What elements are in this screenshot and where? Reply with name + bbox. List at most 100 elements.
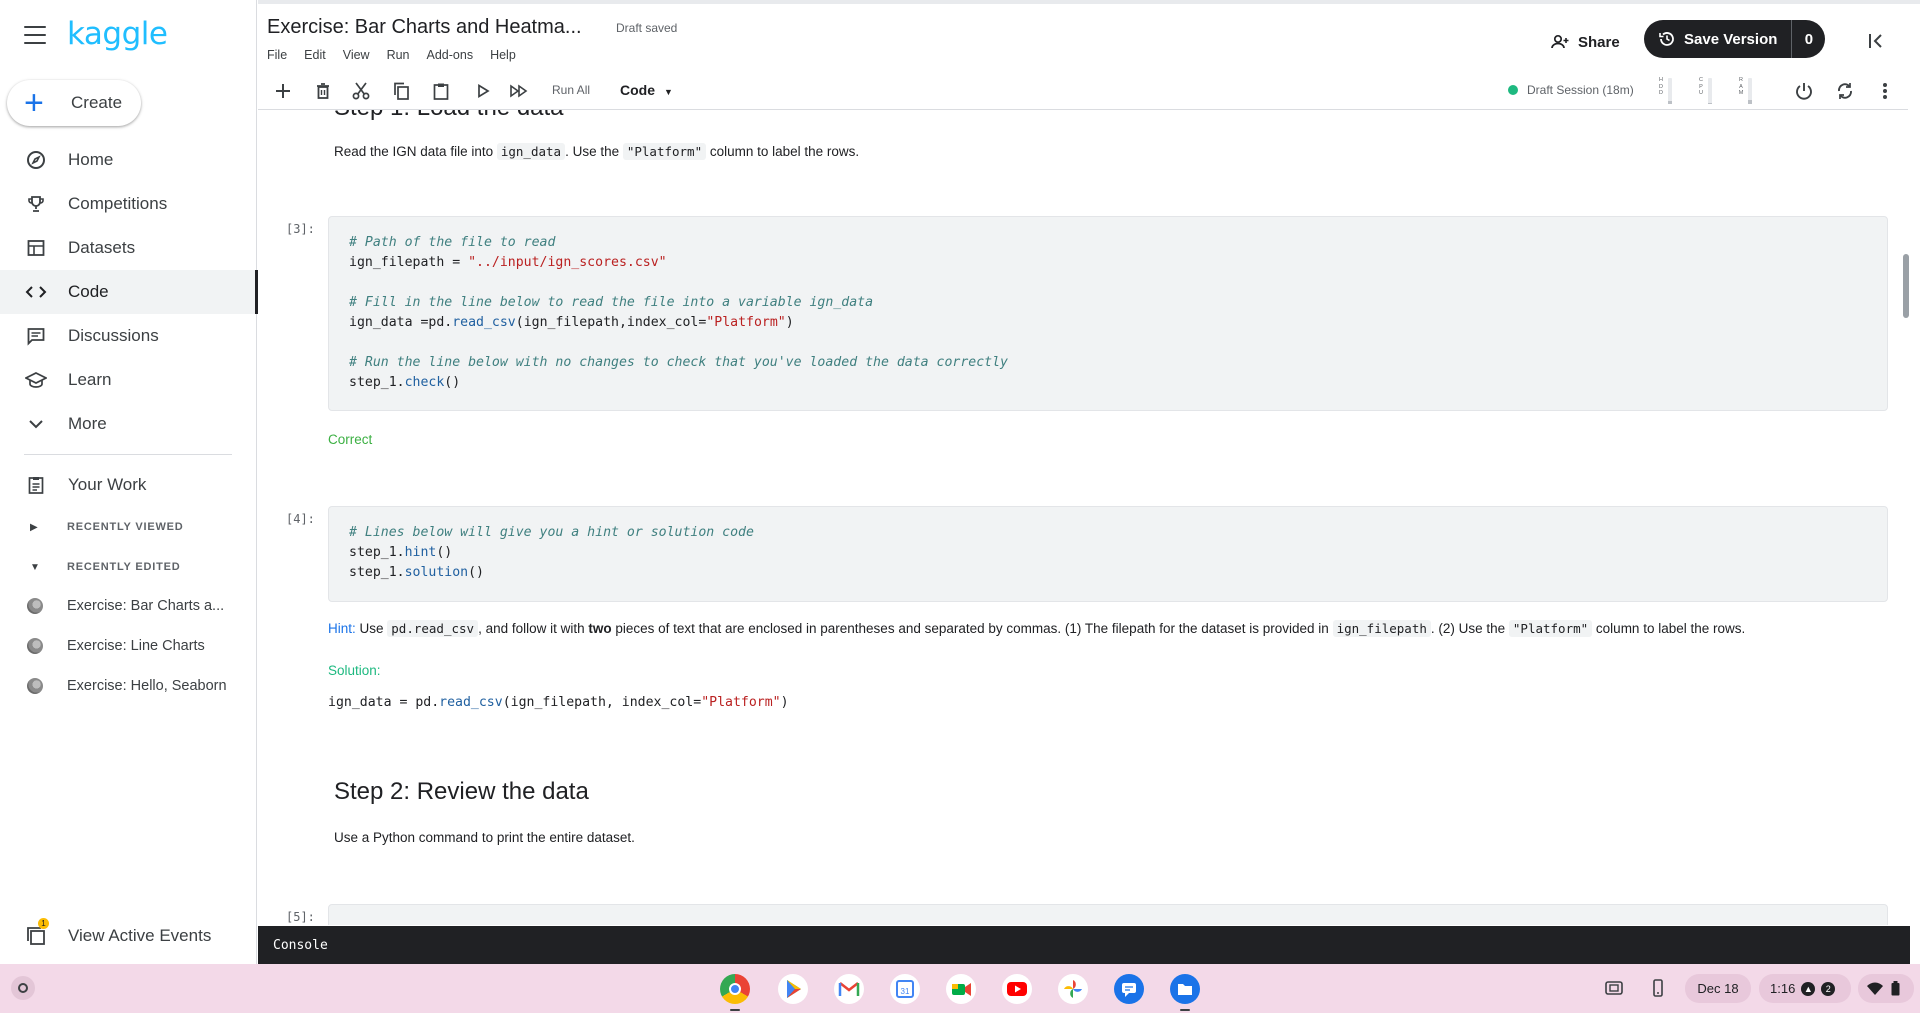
sidebar-item-discussions[interactable]: Discussions (0, 314, 257, 358)
code-cell-4[interactable]: # Lines below will give you a hint or so… (328, 506, 1888, 602)
kaggle-logo[interactable]: kaggle (67, 16, 168, 52)
menu-view[interactable]: View (343, 48, 370, 62)
notebook-content: Step 1: Load the data Read the IGN data … (258, 110, 1908, 925)
notebook-title[interactable]: Exercise: Bar Charts and Heatma... (267, 16, 582, 39)
cell-prompt: [4]: (286, 512, 315, 526)
restart-icon[interactable] (1834, 80, 1856, 102)
files-icon[interactable] (1170, 974, 1200, 1011)
gmail-icon[interactable] (834, 974, 864, 1004)
sidebar-item-home[interactable]: Home (0, 138, 257, 182)
delete-icon[interactable] (312, 80, 334, 102)
menu-add-ons[interactable]: Add-ons (427, 48, 474, 62)
meter-label: C P U (1699, 77, 1703, 96)
cell-type-select[interactable]: Code ▼ (620, 82, 673, 98)
calendar-icon[interactable]: 31 (890, 974, 920, 1004)
power-icon[interactable] (1793, 80, 1815, 102)
upload-icon: ▲ (1801, 981, 1816, 996)
time-display[interactable]: 1:16 ▲ 2 (1759, 974, 1851, 1003)
menu-edit[interactable]: Edit (304, 48, 326, 62)
sidebar-item-label: Home (68, 150, 114, 169)
menu-run[interactable]: Run (387, 48, 410, 62)
cut-icon[interactable] (350, 80, 372, 102)
chrome-icon[interactable] (720, 974, 750, 1011)
run-all-icon[interactable] (508, 80, 530, 102)
save-version-button[interactable]: Save Version 0 (1644, 20, 1826, 58)
notebook-toolbar: Run All Code ▼ Draft Session (18m) H D D … (258, 70, 1908, 110)
clock-time: 1:16 (1770, 981, 1796, 996)
sidebar-item-label: Your Work (68, 475, 147, 494)
code-brackets-icon (24, 280, 48, 304)
section-label: RECENTLY VIEWED (67, 521, 184, 533)
check-result: Correct (328, 432, 373, 447)
sidebar-item-more[interactable]: More (0, 402, 257, 446)
code-cell-5[interactable] (328, 904, 1888, 925)
create-button[interactable]: + Create (7, 80, 141, 126)
chevron-down-icon (24, 412, 48, 436)
plus-icon: + (24, 84, 44, 122)
sidebar-item-your-work[interactable]: Your Work (0, 463, 257, 507)
recent-item-label: Exercise: Hello, Seaborn (67, 678, 227, 694)
cell-type-value: Code (620, 82, 655, 98)
person-add-icon (1550, 32, 1570, 52)
add-cell-icon[interactable] (272, 80, 294, 102)
meet-icon[interactable] (946, 974, 976, 1004)
collapse-panel-icon[interactable] (1866, 30, 1888, 52)
sidebar-item-competitions[interactable]: Competitions (0, 182, 257, 226)
save-status: Draft saved (616, 21, 678, 35)
cell-prompt: [3]: (286, 222, 315, 236)
sidebar-item-label: Learn (68, 370, 112, 389)
sidebar-item-learn[interactable]: Learn (0, 358, 257, 402)
screenshot-icon[interactable] (1604, 978, 1624, 998)
ram-meter: R A M (1738, 77, 1758, 105)
notebook-scrollbar[interactable] (1902, 110, 1910, 925)
step1-instructions: Read the IGN data file into ign_data. Us… (334, 143, 860, 160)
code-editor[interactable]: # Lines below will give you a hint or so… (329, 507, 1887, 583)
run-cell-icon[interactable] (472, 80, 494, 102)
run-all-label[interactable]: Run All (552, 83, 590, 97)
graduation-cap-icon (24, 368, 48, 392)
code-cell-3[interactable]: # Path of the file to read ign_filepath … (328, 216, 1888, 411)
messages-icon[interactable] (1114, 974, 1144, 1004)
meter-label: H D D (1659, 77, 1663, 96)
recent-item[interactable]: Exercise: Bar Charts a... (0, 588, 257, 624)
console-panel[interactable]: Console (258, 926, 1910, 964)
phone-hub-icon[interactable] (1648, 978, 1668, 998)
scrollbar-thumb[interactable] (1903, 254, 1909, 318)
paste-icon[interactable] (430, 80, 452, 102)
menu-help[interactable]: Help (490, 48, 516, 62)
notification-count: 2 (1821, 981, 1836, 996)
version-count[interactable]: 0 (1791, 20, 1825, 58)
launcher-icon[interactable] (11, 976, 35, 1000)
play-store-icon[interactable] (778, 974, 808, 1004)
events-badge: 1 (38, 918, 49, 929)
youtube-icon[interactable] (1002, 974, 1032, 1004)
sidebar-item-datasets[interactable]: Datasets (0, 226, 257, 270)
system-tray[interactable] (1858, 974, 1914, 1003)
more-vert-icon[interactable] (1874, 80, 1896, 102)
menu-file[interactable]: File (267, 48, 287, 62)
copy-icon[interactable] (390, 80, 412, 102)
recent-item[interactable]: Exercise: Hello, Seaborn (0, 668, 257, 704)
sidebar-item-label: Discussions (68, 326, 159, 345)
code-editor[interactable]: # Path of the file to read ign_filepath … (329, 217, 1887, 393)
view-active-events-button[interactable]: 1 View Active Events (0, 918, 257, 954)
hint-output: Hint: Use pd.read_csv, and follow it wit… (328, 620, 1746, 637)
cell-prompt: [5]: (286, 910, 315, 924)
save-version-label: Save Version (1684, 30, 1778, 48)
photos-icon[interactable] (1058, 974, 1088, 1004)
history-icon (1658, 30, 1676, 48)
recently-viewed-toggle[interactable]: ▶ RECENTLY VIEWED (0, 512, 257, 542)
clipboard-icon (24, 473, 48, 497)
recently-edited-toggle[interactable]: ▼ RECENTLY EDITED (0, 552, 257, 582)
caret-down-icon: ▼ (664, 87, 673, 97)
meter-label: R A M (1738, 77, 1744, 96)
date-display[interactable]: Dec 18 (1685, 974, 1751, 1003)
session-status-dot (1508, 85, 1518, 95)
share-button[interactable]: Share (1550, 28, 1620, 56)
meter-fill (1668, 101, 1672, 104)
sidebar-item-code[interactable]: Code (0, 270, 258, 314)
session-status[interactable]: Draft Session (18m) (1508, 83, 1634, 97)
menu-icon[interactable] (24, 26, 46, 44)
trophy-icon (24, 192, 48, 216)
recent-item[interactable]: Exercise: Line Charts (0, 628, 257, 664)
